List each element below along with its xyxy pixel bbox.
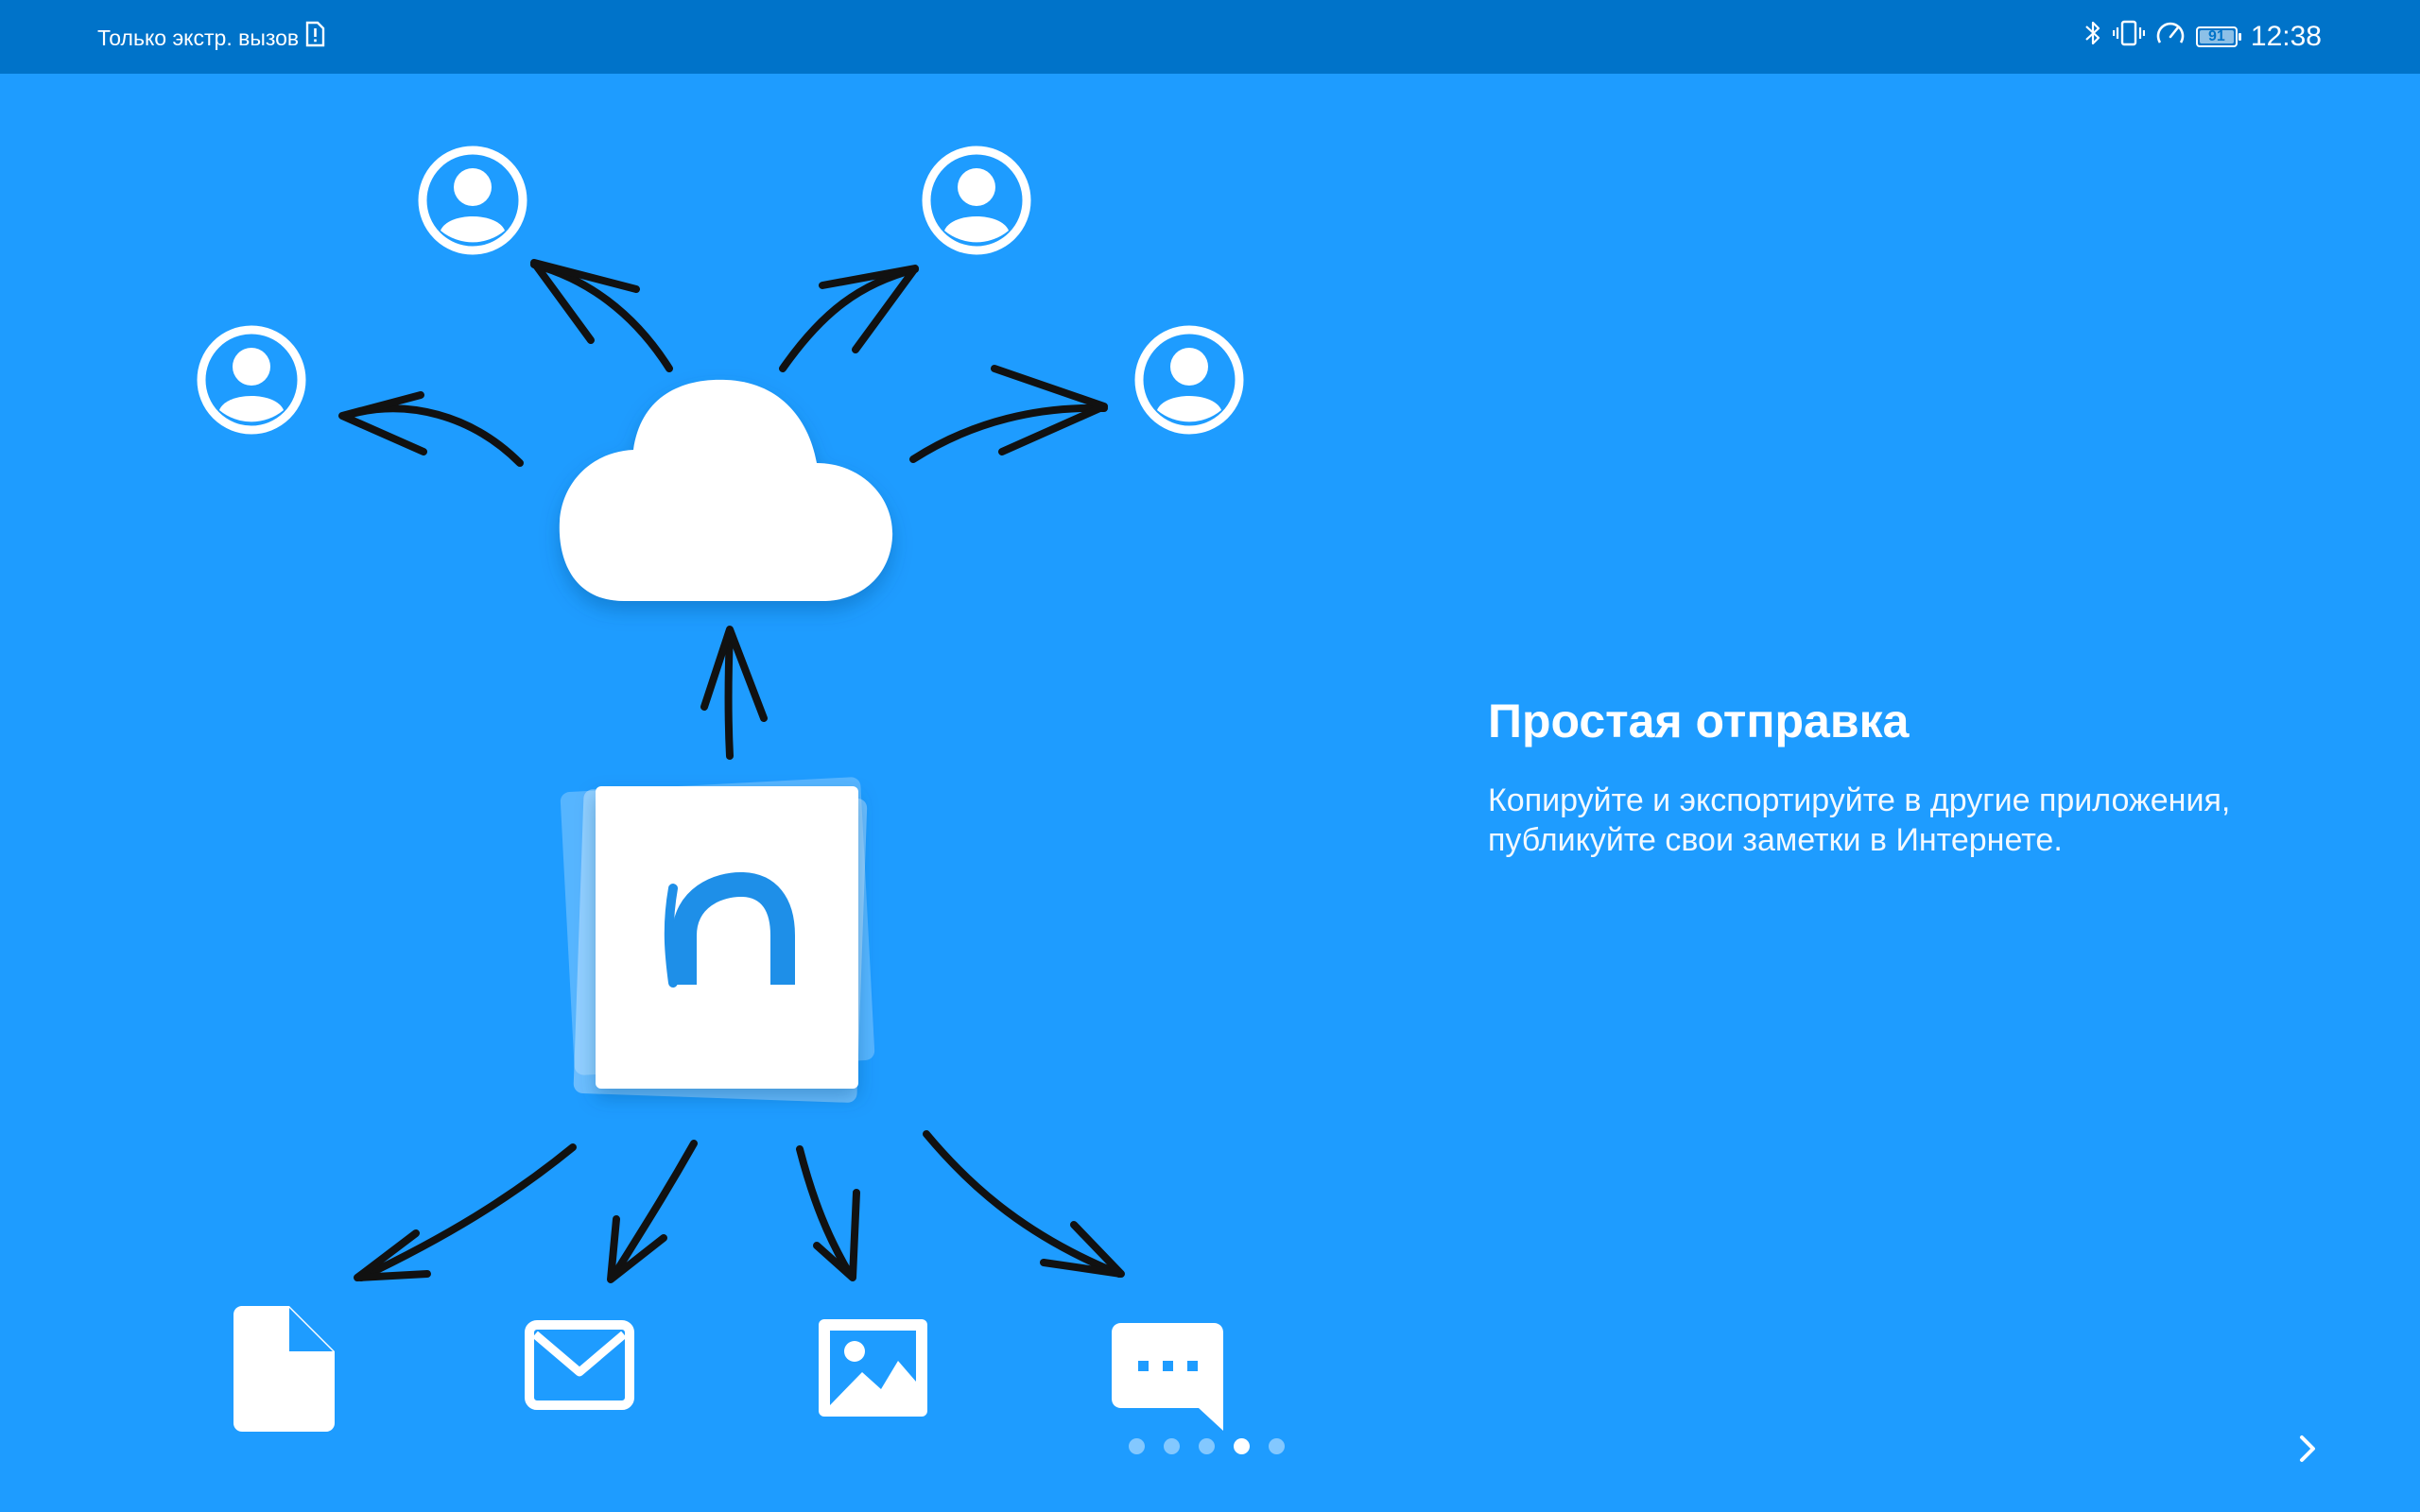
- status-right: 91 12:38: [2083, 18, 2322, 56]
- battery-icon: 91: [2195, 26, 2241, 47]
- chevron-right-icon: [2300, 1435, 2315, 1462]
- onboarding-text: Простая отправка Копируйте и экспортируй…: [1488, 690, 2244, 860]
- bluetooth-icon: [2083, 18, 2103, 56]
- next-button[interactable]: [2286, 1427, 2329, 1470]
- page-dot[interactable]: [1164, 1438, 1180, 1454]
- mail-icon: [525, 1320, 634, 1410]
- onboarding-description: Копируйте и экспортируйте в другие прило…: [1488, 782, 2231, 858]
- arrows-to-export: [354, 1130, 1125, 1283]
- data-saver-icon: [2154, 18, 2187, 56]
- page-dot-active[interactable]: [1234, 1438, 1250, 1454]
- message-icon: [1112, 1323, 1223, 1431]
- user-icon: [201, 330, 302, 430]
- cloud-icon: [559, 379, 893, 601]
- page-dot[interactable]: [1199, 1438, 1215, 1454]
- page-dot[interactable]: [1129, 1438, 1145, 1454]
- app-logo-n: [560, 777, 875, 1103]
- battery-level: 91: [2208, 28, 2225, 44]
- file-icon: [233, 1306, 335, 1432]
- page-indicator: [1129, 1438, 1285, 1454]
- vibrate-icon: [2112, 18, 2146, 56]
- user-icon: [1139, 330, 1239, 430]
- user-icon: [423, 150, 523, 250]
- image-icon: [819, 1319, 927, 1417]
- page-dot[interactable]: [1269, 1438, 1285, 1454]
- onboarding-title: Простая отправка: [1488, 695, 1910, 747]
- clock: 12:38: [2250, 21, 2322, 52]
- onboarding-screen: Только экстр. вызов 91 12:38 Простая отп…: [0, 0, 2420, 1512]
- user-icon: [926, 150, 1027, 250]
- sharing-illustration: [0, 0, 1323, 1432]
- arrow-to-cloud: [700, 626, 768, 760]
